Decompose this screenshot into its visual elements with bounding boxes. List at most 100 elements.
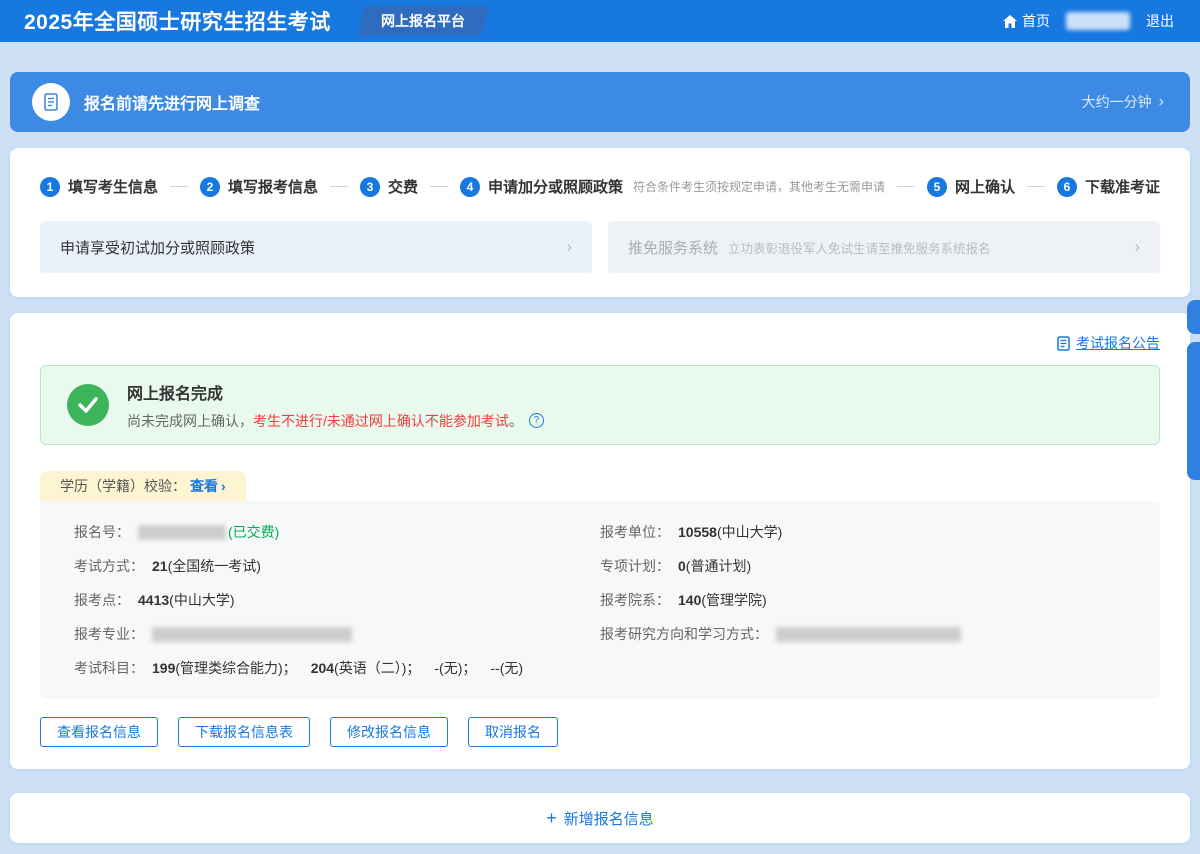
step-6-number: 6 bbox=[1057, 177, 1077, 197]
xueli-label: 学历（学籍）校验： bbox=[60, 476, 186, 496]
app-title: 2025年全国硕士研究生招生考试 bbox=[24, 6, 331, 36]
field-registration-number: 报名号： (已交费) bbox=[74, 515, 600, 549]
page: 2025年全国硕士研究生招生考试 网上报名平台 首页 退出 报名前请先进行网上调… bbox=[0, 0, 1200, 843]
survey-banner[interactable]: 报名前请先进行网上调查 大约一分钟 › bbox=[10, 72, 1190, 132]
registration-card: 考试报名公告 网上报名完成 尚未完成网上确认， 考生不进行/未通过网上确认不能参… bbox=[10, 313, 1190, 769]
status-warning: 考生不进行/未通过网上确认不能参加考试 bbox=[253, 411, 509, 431]
header-actions: 首页 退出 bbox=[1003, 11, 1174, 31]
side-float-tab-top[interactable] bbox=[1187, 300, 1200, 334]
status-title: 网上报名完成 bbox=[127, 380, 544, 404]
field-value-code: 4413 bbox=[138, 592, 169, 608]
field-label: 报考单位： bbox=[600, 522, 670, 542]
stepper: 1 填写考生信息 2 填写报考信息 3 交费 4 申请加分或照顾政策 符合条件考… bbox=[40, 176, 1160, 197]
logout-link[interactable]: 退出 bbox=[1146, 11, 1174, 31]
field-research-direction: 报考研究方向和学习方式： bbox=[600, 617, 1126, 651]
announcement-row: 考试报名公告 bbox=[40, 333, 1160, 353]
field-label: 报考院系： bbox=[600, 590, 670, 610]
info-right-column: 报考单位： 10558 (中山大学) 专项计划： 0 (普通计划) 报考院系： … bbox=[600, 515, 1126, 685]
field-target-university: 报考单位： 10558 (中山大学) bbox=[600, 515, 1126, 549]
step-2-fill-application-info: 2 填写报考信息 bbox=[200, 176, 318, 197]
view-registration-button[interactable]: 查看报名信息 bbox=[40, 717, 158, 747]
bonus-policy-label: 申请享受初试加分或照顾政策 bbox=[60, 237, 255, 258]
field-major: 报考专业： bbox=[74, 617, 600, 651]
survey-title: 报名前请先进行网上调查 bbox=[84, 90, 260, 114]
status-period: 。 bbox=[509, 411, 523, 431]
field-value-code: 140 bbox=[678, 592, 701, 608]
step-1-fill-candidate-info: 1 填写考生信息 bbox=[40, 176, 158, 197]
modify-registration-button[interactable]: 修改报名信息 bbox=[330, 717, 448, 747]
step-6-download-ticket: 6 下载准考证 bbox=[1057, 176, 1160, 197]
cancel-registration-button[interactable]: 取消报名 bbox=[468, 717, 558, 747]
step-connector bbox=[330, 186, 348, 187]
status-description: 尚未完成网上确认， 考生不进行/未通过网上确认不能参加考试 。 ? bbox=[127, 411, 544, 431]
step-4-number: 4 bbox=[460, 177, 480, 197]
home-icon bbox=[1003, 15, 1017, 28]
exam-announcement-label: 考试报名公告 bbox=[1076, 333, 1160, 353]
platform-badge-label: 网上报名平台 bbox=[381, 11, 465, 31]
subject-4: --(无) bbox=[490, 658, 523, 678]
step-5-number: 5 bbox=[927, 177, 947, 197]
home-link[interactable]: 首页 bbox=[1003, 11, 1050, 31]
field-department: 报考院系： 140 (管理学院) bbox=[600, 583, 1126, 617]
step-connector bbox=[897, 186, 915, 187]
status-text: 尚未完成网上确认， bbox=[127, 411, 253, 431]
paid-badge: (已交费) bbox=[228, 522, 279, 542]
step-connector bbox=[170, 186, 188, 187]
step-4-label: 申请加分或照顾政策 bbox=[488, 176, 623, 197]
field-label: 报名号： bbox=[74, 522, 130, 542]
step-1-label: 填写考生信息 bbox=[68, 176, 158, 197]
step-5-label: 网上确认 bbox=[955, 176, 1015, 197]
action-buttons: 查看报名信息 下载报名信息表 修改报名信息 取消报名 bbox=[40, 717, 1160, 747]
xueli-view-link[interactable]: 查看 bbox=[190, 476, 218, 496]
field-label: 报考专业： bbox=[74, 624, 144, 644]
field-value-code: 0 bbox=[678, 558, 686, 574]
subject-3: -(无)； bbox=[434, 658, 476, 678]
step-1-number: 1 bbox=[40, 177, 60, 197]
download-registration-form-button[interactable]: 下载报名信息表 bbox=[178, 717, 310, 747]
redacted-registration-number bbox=[138, 525, 226, 540]
field-value-name: (中山大学) bbox=[717, 522, 782, 542]
field-value-name: (中山大学) bbox=[169, 590, 234, 610]
chevron-right-icon: › bbox=[566, 237, 572, 257]
step-2-number: 2 bbox=[200, 177, 220, 197]
xueli-verify-tab: 学历（学籍）校验： 查看 › bbox=[40, 471, 246, 501]
step-4-bonus-policy: 4 申请加分或照顾政策 符合条件考生须按规定申请，其他考生无需申请 bbox=[460, 176, 885, 197]
field-exam-method: 考试方式： 21 (全国统一考试) bbox=[74, 549, 600, 583]
step-3-number: 3 bbox=[360, 177, 380, 197]
step-connector bbox=[1027, 186, 1045, 187]
field-label: 报考研究方向和学习方式： bbox=[600, 624, 768, 644]
username-redacted bbox=[1066, 12, 1130, 30]
bonus-policy-panel[interactable]: 申请享受初试加分或照顾政策 › bbox=[40, 221, 592, 273]
field-special-plan: 专项计划： 0 (普通计划) bbox=[600, 549, 1126, 583]
step-4-note: 符合条件考生须按规定申请，其他考生无需申请 bbox=[633, 178, 885, 195]
step-6-label: 下载准考证 bbox=[1085, 176, 1160, 197]
help-icon[interactable]: ? bbox=[529, 413, 544, 428]
field-value-code: 21 bbox=[152, 558, 168, 574]
add-registration-label: 新增报名信息 bbox=[564, 808, 654, 829]
status-banner: 网上报名完成 尚未完成网上确认， 考生不进行/未通过网上确认不能参加考试 。 ? bbox=[40, 365, 1160, 445]
home-label: 首页 bbox=[1022, 11, 1050, 31]
plus-icon: + bbox=[546, 809, 557, 827]
field-exam-subjects: 考试科目： 199(管理类综合能力)； 204(英语（二）)； -(无)； --… bbox=[74, 651, 600, 685]
subject-1: 199(管理类综合能力)； bbox=[152, 658, 297, 678]
field-label: 考试方式： bbox=[74, 556, 144, 576]
survey-scroll-icon bbox=[32, 83, 70, 121]
chevron-right-icon: › bbox=[1134, 237, 1140, 257]
redacted-major bbox=[152, 627, 352, 642]
survey-duration-link[interactable]: 大约一分钟 › bbox=[1082, 92, 1164, 112]
tuimian-service-panel[interactable]: 推免服务系统 立功表彰退役军人免试生请至推免服务系统报名 › bbox=[608, 221, 1160, 273]
field-label: 报考点： bbox=[74, 590, 130, 610]
app-header: 2025年全国硕士研究生招生考试 网上报名平台 首页 退出 bbox=[0, 0, 1200, 42]
side-float-tab-bottom[interactable] bbox=[1187, 342, 1200, 480]
field-label: 专项计划： bbox=[600, 556, 670, 576]
document-icon bbox=[1057, 336, 1070, 351]
tuimian-title: 推免服务系统 bbox=[628, 237, 718, 258]
subject-2: 204(英语（二）)； bbox=[311, 658, 421, 678]
exam-announcement-link[interactable]: 考试报名公告 bbox=[1057, 333, 1160, 353]
quick-panels: 申请享受初试加分或照顾政策 › 推免服务系统 立功表彰退役军人免试生请至推免服务… bbox=[40, 221, 1160, 273]
registration-info-panel: 报名号： (已交费) 考试方式： 21 (全国统一考试) 报考点： 4413 (… bbox=[40, 501, 1160, 699]
footer-bar: + 新增报名信息 bbox=[10, 793, 1190, 843]
add-registration-link[interactable]: + 新增报名信息 bbox=[546, 808, 654, 829]
platform-badge: 网上报名平台 bbox=[357, 6, 488, 36]
field-value-name: (全国统一考试) bbox=[168, 556, 261, 576]
